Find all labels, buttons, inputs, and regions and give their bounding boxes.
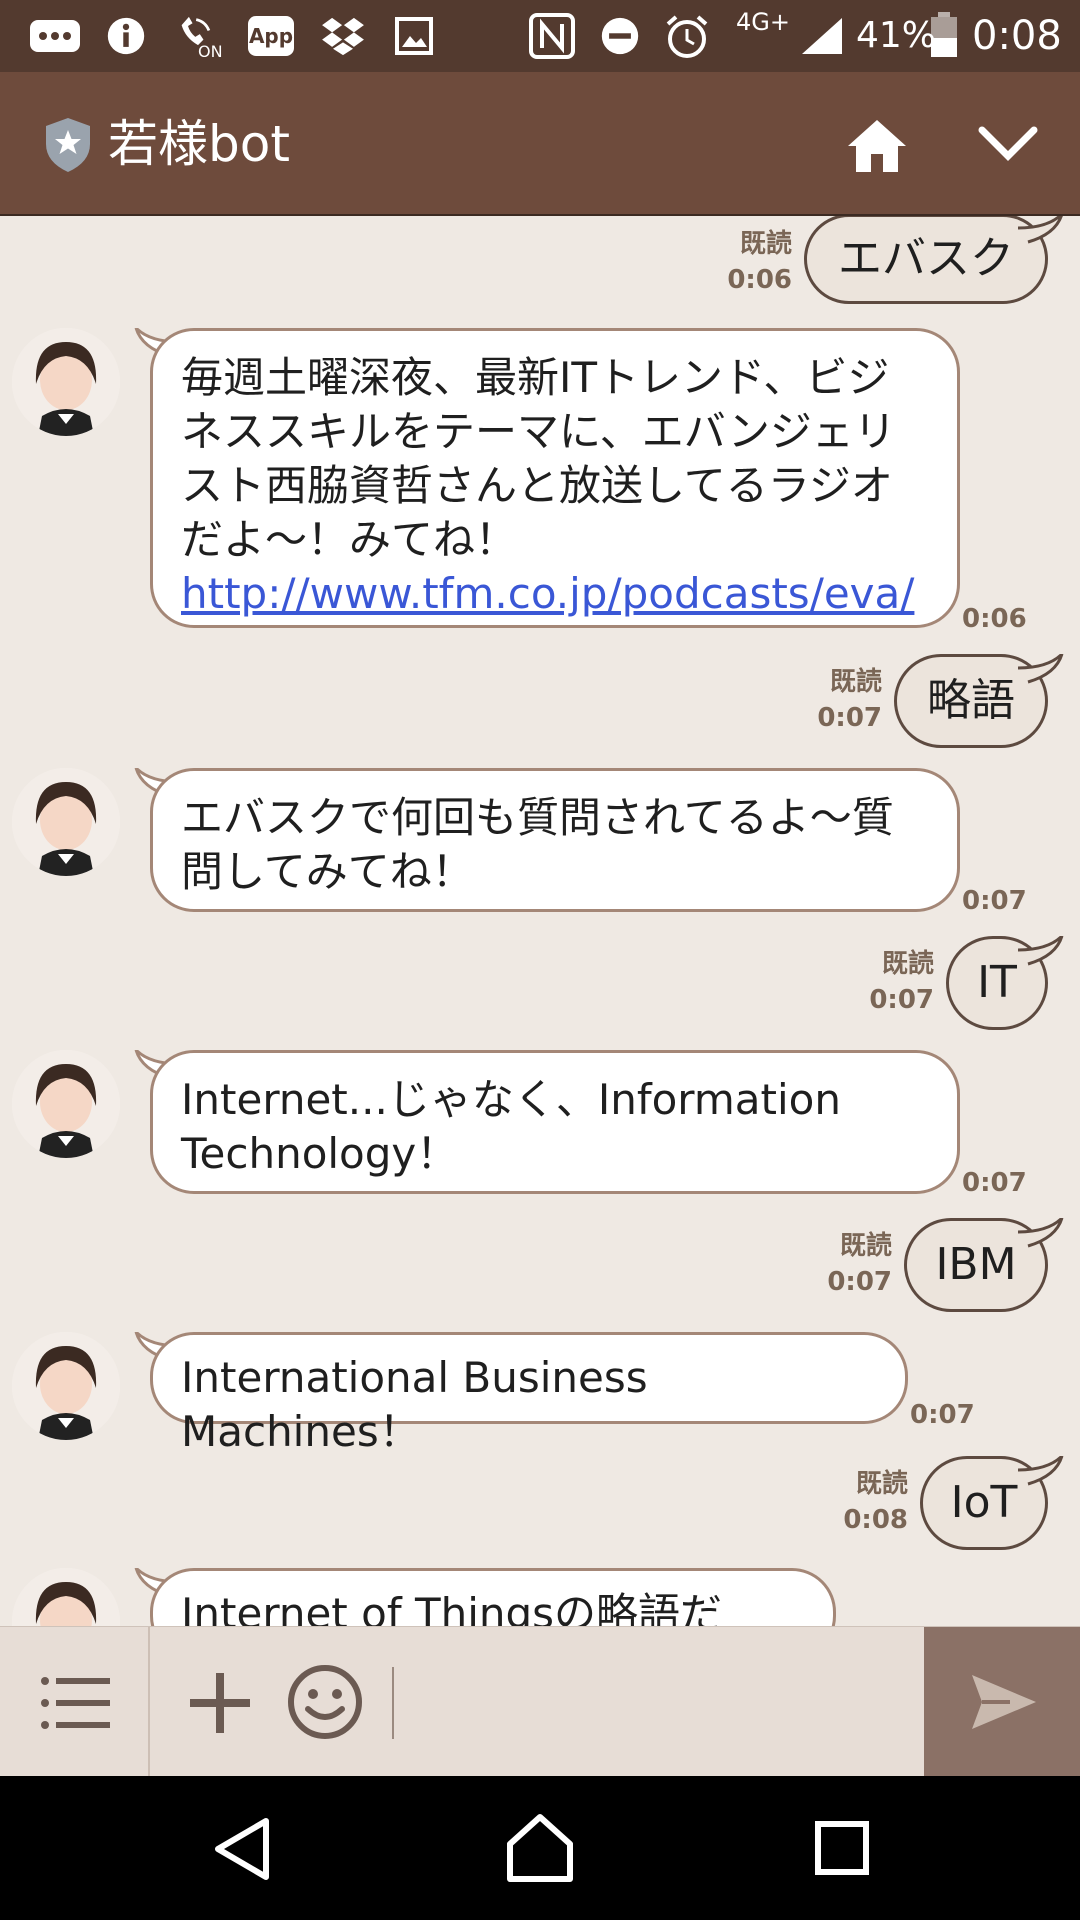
read-receipt: 既読 0:07 [820,1228,892,1300]
message-text: Internet of Thingsの略語だね！ [181,1589,723,1626]
battery-icon [931,12,957,57]
send-icon [972,1675,1036,1729]
message-time: 0:06 [727,265,792,295]
message-time: 0:07 [817,703,882,733]
recents-icon[interactable] [814,1820,870,1876]
dropbox-icon [322,17,364,56]
message-time: 0:07 [962,886,1027,916]
message-text: エバスク [838,233,1014,284]
chevron-down-icon[interactable] [976,124,1040,164]
notification-icon [30,20,80,52]
incoming-message[interactable]: Internet...じゃなく、Information Technology！ [150,1050,960,1194]
message-text: International Business Machines！ [181,1353,648,1456]
read-label: 既読 [839,1231,892,1261]
home-icon[interactable] [846,116,908,174]
avatar[interactable] [12,1568,120,1626]
read-label: 既読 [739,229,792,259]
bubble-tail [1018,216,1063,244]
home-nav-icon[interactable] [504,1812,576,1884]
message-text: IBM [935,1239,1017,1290]
avatar[interactable] [12,328,120,436]
incoming-message[interactable]: エバスクで何回も質問されてるよ～質問してみてね！ [150,768,960,912]
avatar-image [12,1568,120,1626]
clock: 0:08 [972,13,1062,59]
info-icon [107,17,145,55]
avatar-image [12,1050,120,1158]
message-time: 0:07 [910,1400,975,1430]
page-title: 若様bot [108,115,290,173]
avatar[interactable] [12,1332,120,1440]
wifi-calling-label: ON [198,42,223,61]
message-input-bar [0,1626,1080,1777]
message-text: IoT [950,1477,1018,1528]
menu-list-icon [41,1677,110,1729]
podcast-link[interactable]: http://www.tfm.co.jp/podcasts/eva/ [181,569,914,618]
text-cursor [392,1667,394,1739]
send-button[interactable] [924,1627,1080,1777]
read-receipt: 既読 0:08 [836,1466,908,1538]
read-label: 既読 [829,667,882,697]
avatar-image [12,768,120,876]
message-time: 0:07 [869,985,934,1015]
battery-percentage: 41% [856,15,937,56]
avatar[interactable] [12,768,120,876]
bubble-tail [1018,1456,1064,1486]
message-input[interactable] [398,1647,914,1757]
bubble-tail [1018,1218,1064,1248]
image-icon [395,17,433,55]
menu-button[interactable] [0,1627,150,1777]
smiley-icon[interactable] [286,1663,364,1741]
read-label: 既読 [855,1469,908,1499]
status-bar: ON App 4G+ 41% 0:08 [0,0,1080,72]
bubble-tail [1018,936,1064,966]
read-receipt: 既読 0:06 [720,226,792,298]
chat-area[interactable]: 既読 0:06 エバスク 毎週土曜深夜、最新ITトレンド、ビジネススキルをテーマ… [0,216,1080,1626]
avatar-image [12,328,120,436]
avatar[interactable] [12,1050,120,1158]
network-type: 4G+ [736,8,790,36]
message-text: Internet...じゃなく、Information Technology！ [181,1075,841,1178]
message-time: 0:06 [962,604,1027,634]
message-time: 0:08 [843,1505,908,1535]
incoming-message[interactable]: 毎週土曜深夜、最新ITトレンド、ビジネススキルをテーマに、エバンジェリスト西脇資… [150,328,960,628]
message-text: エバスクで何回も質問されてるよ～質問してみてね！ [181,793,894,896]
read-label: 既読 [881,949,934,979]
plus-icon[interactable] [186,1669,254,1737]
bubble-tail [1018,654,1064,684]
back-icon[interactable] [212,1816,272,1882]
shield-star-icon [46,118,90,172]
message-text: 略語 [927,675,1015,726]
incoming-message[interactable]: Internet of Thingsの略語だね！ [150,1568,836,1626]
app-badge-label: App [248,24,294,48]
message-time: 0:07 [962,1168,1027,1198]
read-receipt: 既読 0:07 [810,664,882,736]
navigation-bar [0,1776,1080,1920]
do-not-disturb-icon [601,17,639,55]
chat-header: 若様bot [0,72,1080,216]
nfc-icon [529,13,575,59]
read-receipt: 既読 0:07 [862,946,934,1018]
message-text: IT [977,957,1017,1008]
outgoing-message[interactable]: エバスク [804,216,1048,304]
avatar-image [12,1332,120,1440]
message-text: 毎週土曜深夜、最新ITトレンド、ビジネススキルをテーマに、エバンジェリスト西脇資… [181,353,896,564]
alarm-icon [666,15,708,58]
signal-icon [802,18,842,54]
app-icon: App [248,16,294,56]
message-time: 0:07 [827,1267,892,1297]
incoming-message[interactable]: International Business Machines！ [150,1332,908,1456]
